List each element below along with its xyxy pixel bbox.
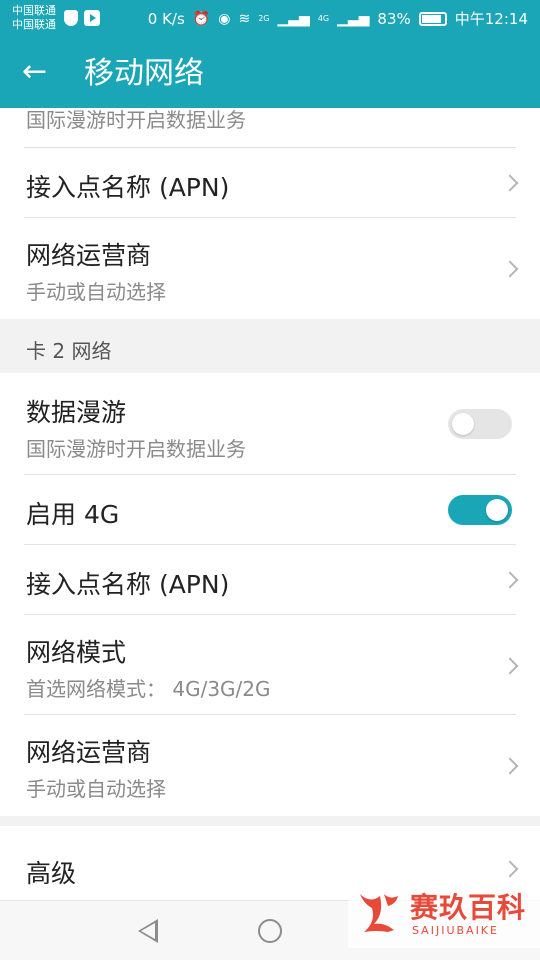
data-roaming-row[interactable]: 数据漫游 国际漫游时开启数据业务 <box>0 373 540 475</box>
carrier-1: 中国联通 <box>12 4 56 17</box>
row-title: 高级 <box>26 859 77 888</box>
row-title: 数据漫游 <box>26 398 127 427</box>
fish-logo-icon <box>360 894 398 932</box>
arrow-left-icon[interactable]: ← <box>22 52 62 92</box>
play-icon <box>84 10 100 26</box>
status-bar: 中国联通 中国联通 0 K/s ⏰ ◉ ≋ 2G ▁▃▅ 4G ▁▃▅ 83% … <box>0 0 540 38</box>
network-speed: 0 K/s <box>147 9 185 28</box>
status-right: 0 K/s ⏰ ◉ ≋ 2G ▁▃▅ 4G ▁▃▅ 83% 中午12:14 <box>148 8 528 29</box>
eye-icon: ◉ <box>218 10 231 27</box>
battery-percent: 83% <box>377 9 411 28</box>
row-title: 网络模式 <box>26 638 127 667</box>
network-badge-2: 4G <box>317 14 330 23</box>
clock: 中午12:14 <box>454 10 528 28</box>
section-title: 卡 2 网络 <box>26 339 112 363</box>
apn-row-sim2[interactable]: 接入点名称 (APN) <box>0 545 540 615</box>
row-title: 启用 4G <box>26 500 120 529</box>
operator-row-sim1[interactable]: 网络运营商 手动或自动选择 <box>0 218 540 319</box>
signal-icon: ▁▃▅ <box>277 10 310 27</box>
watermark-text-cn: 赛玖百科 <box>410 891 527 924</box>
data-roaming-toggle[interactable] <box>448 409 512 439</box>
sim1-card: 国际漫游时开启数据业务 接入点名称 (APN) 网络运营商 手动或自动选择 <box>0 108 540 319</box>
enable-4g-toggle[interactable] <box>448 495 512 525</box>
row-title: 网络运营商 <box>26 738 152 767</box>
row-subtitle: 首选网络模式： 4G/3G/2G <box>26 677 271 701</box>
watermark: 赛玖百科 SAIJIUBAIKE <box>348 880 540 948</box>
chevron-right-icon <box>501 571 519 589</box>
operator-row-sim2[interactable]: 网络运营商 手动或自动选择 <box>0 715 540 816</box>
network-mode-row[interactable]: 网络模式 首选网络模式： 4G/3G/2G <box>0 615 540 715</box>
watermark-text-en: SAIJIUBAIKE <box>412 924 499 937</box>
chevron-right-icon <box>501 174 519 192</box>
row-title: 接入点名称 (APN) <box>26 173 230 202</box>
chevron-right-icon <box>501 860 519 878</box>
enable-4g-row[interactable]: 启用 4G <box>0 475 540 545</box>
toggle-knob <box>452 413 474 435</box>
chevron-right-icon <box>501 260 519 278</box>
apn-row-sim1[interactable]: 接入点名称 (APN) <box>0 148 540 218</box>
row-title: 网络运营商 <box>26 241 152 270</box>
status-left-icons <box>64 10 100 26</box>
network-badge-1: 2G <box>258 14 270 23</box>
row-subtitle: 国际漫游时开启数据业务 <box>26 108 246 132</box>
toggle-knob <box>486 499 508 521</box>
wifi-icon: ≋ <box>238 10 251 27</box>
row-title: 接入点名称 (APN) <box>26 570 230 599</box>
nav-back-icon[interactable] <box>138 919 158 943</box>
signal-icon-2: ▁▃▅ <box>337 10 370 27</box>
chevron-right-icon <box>501 657 519 675</box>
page-title: 移动网络 <box>84 56 204 91</box>
row-subtitle: 手动或自动选择 <box>26 777 166 801</box>
chevron-right-icon <box>501 757 519 775</box>
section-header-sim2: 卡 2 网络 <box>0 319 540 373</box>
settings-list[interactable]: 国际漫游时开启数据业务 接入点名称 (APN) 网络运营商 手动或自动选择 卡 … <box>0 108 540 900</box>
row-subtitle: 国际漫游时开启数据业务 <box>26 437 246 461</box>
shield-icon <box>64 10 78 26</box>
partial-roaming-row[interactable]: 国际漫游时开启数据业务 <box>0 108 540 148</box>
carrier-2: 中国联通 <box>12 18 56 31</box>
nav-home-icon[interactable] <box>258 919 282 943</box>
alarm-icon: ⏰ <box>192 10 211 27</box>
sim2-card: 数据漫游 国际漫游时开启数据业务 启用 4G 接入点名称 (APN) 网络模式 … <box>0 373 540 816</box>
app-toolbar: ← 移动网络 <box>0 38 540 108</box>
carrier-labels: 中国联通 中国联通 <box>12 4 56 32</box>
row-subtitle: 手动或自动选择 <box>26 280 166 304</box>
battery-icon <box>418 11 447 26</box>
